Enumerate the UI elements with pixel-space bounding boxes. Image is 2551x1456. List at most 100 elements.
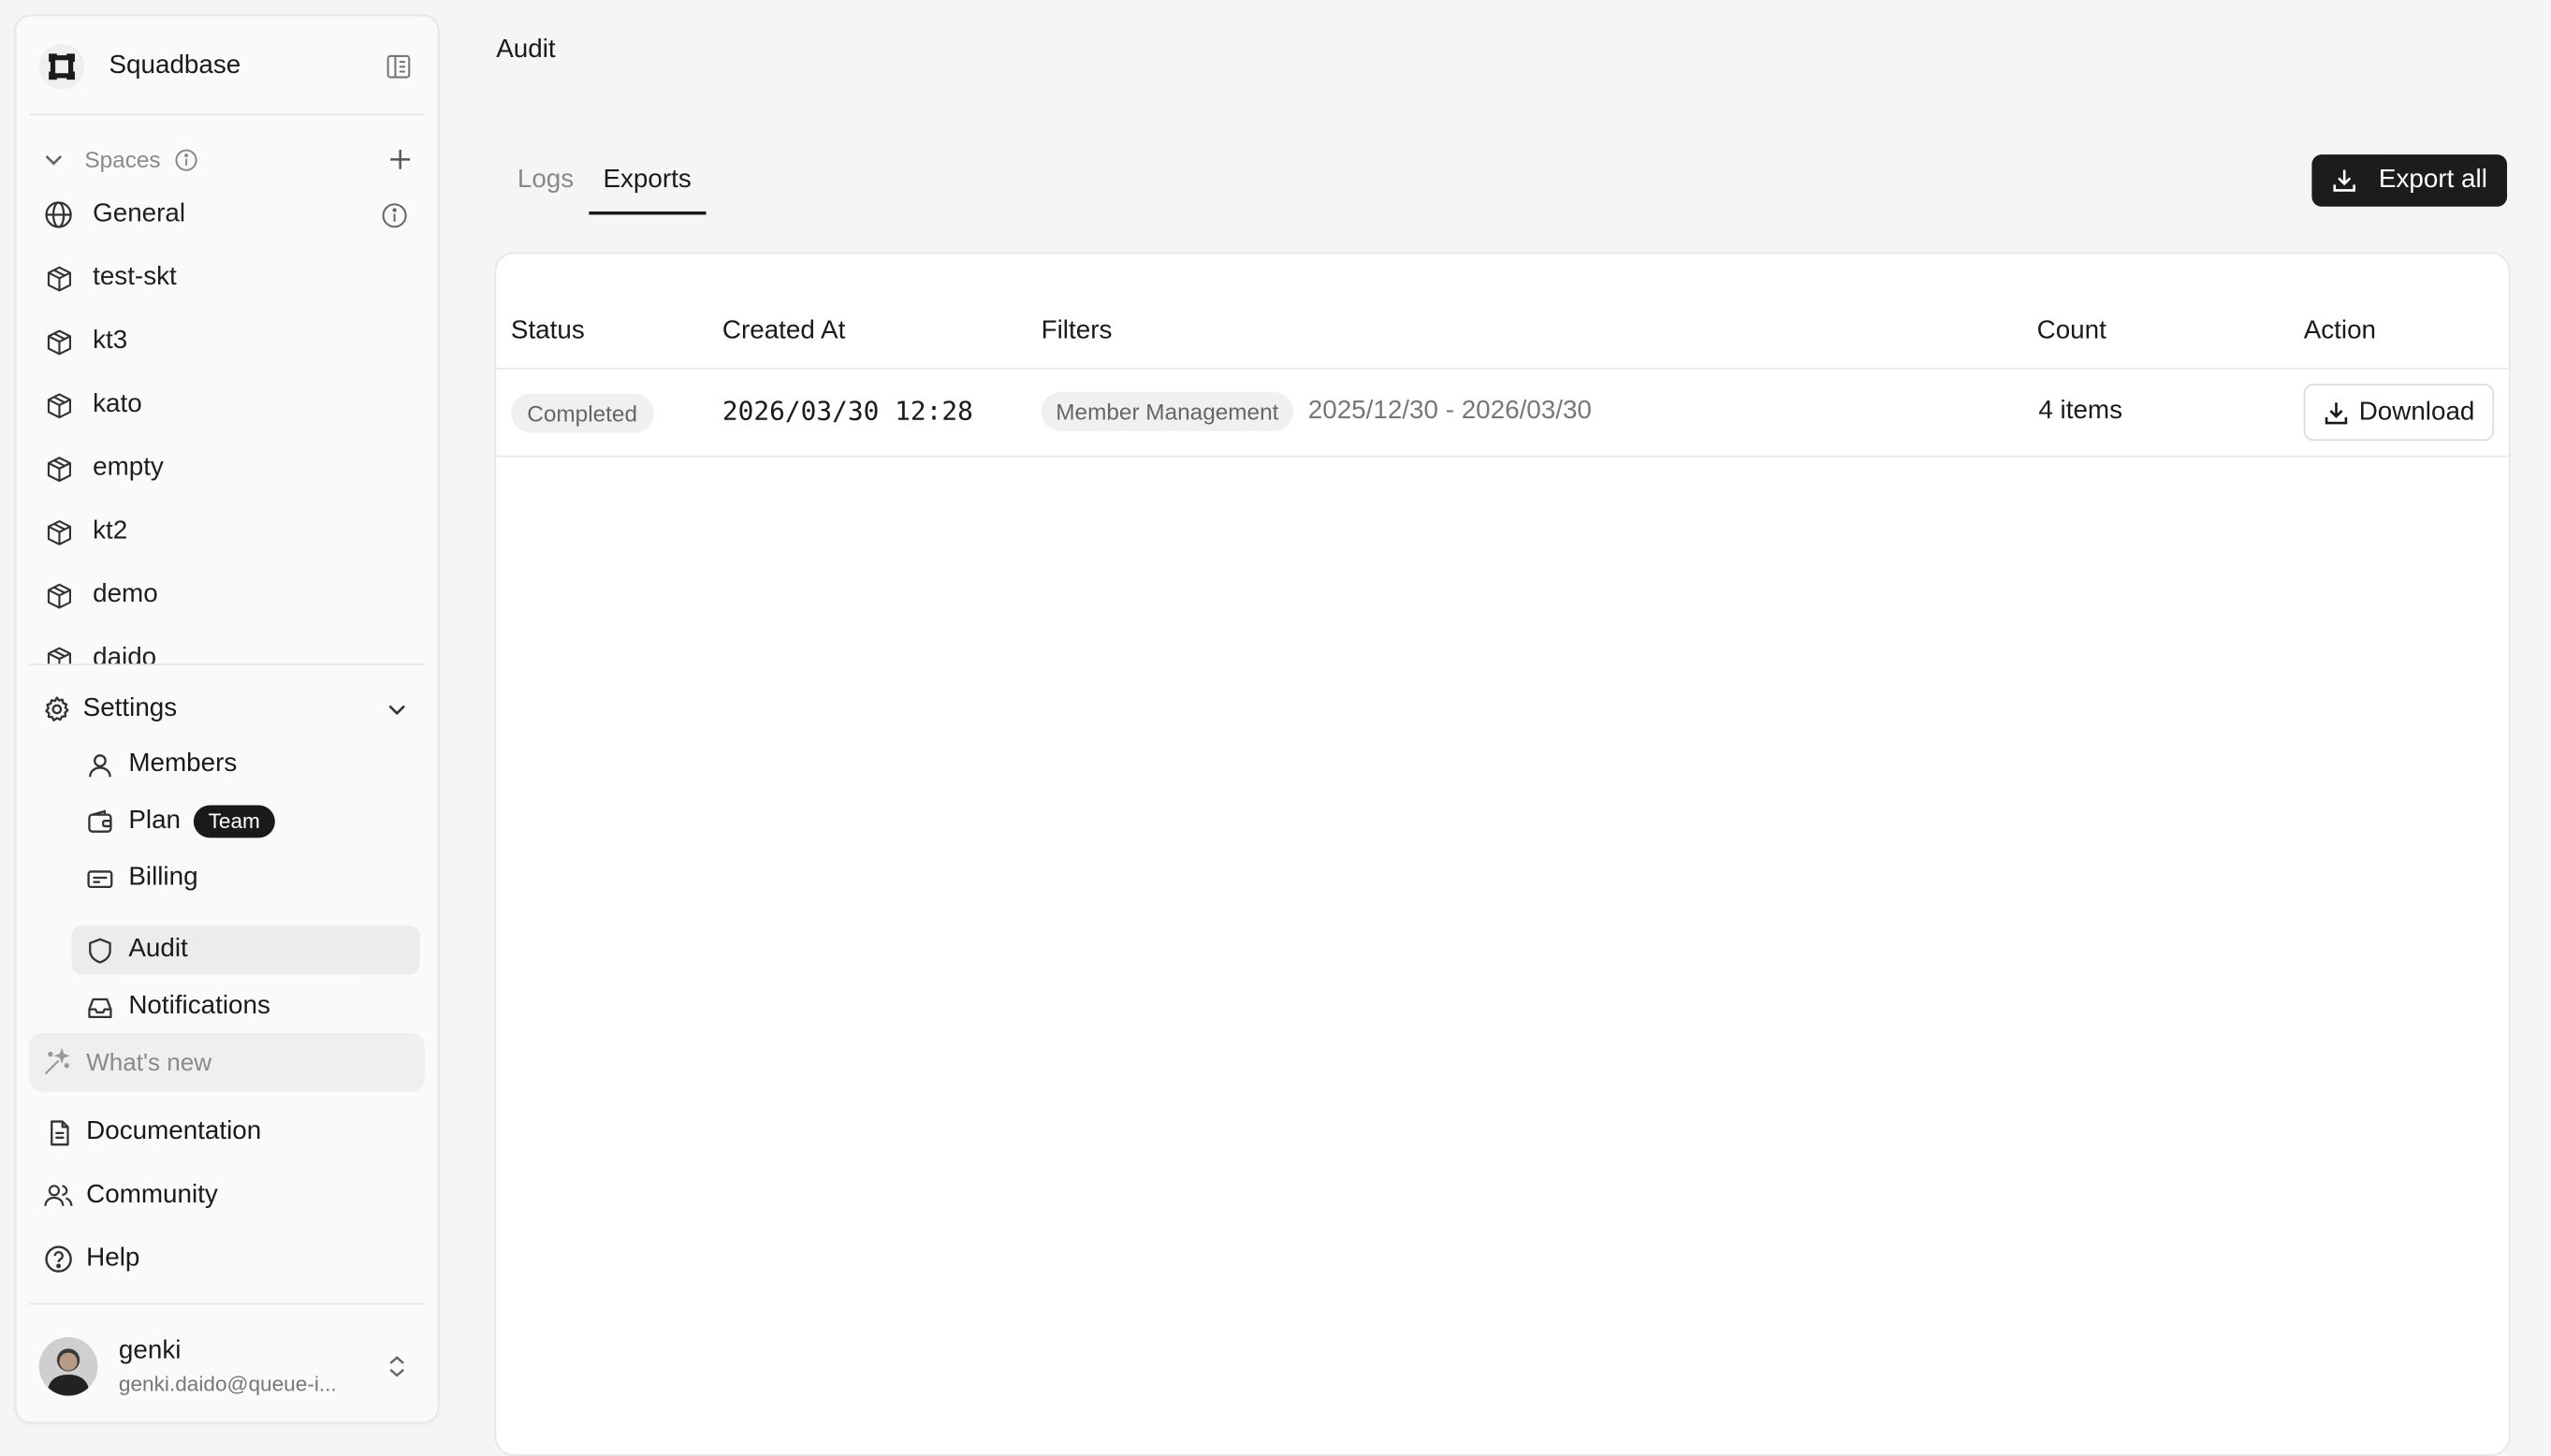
download-icon — [2323, 400, 2349, 426]
shield-icon — [84, 936, 113, 965]
user-menu[interactable]: genki genki.daido@queue-i... — [38, 1331, 415, 1402]
squadbase-logo-icon — [38, 43, 85, 90]
whats-new-button[interactable]: What's new — [29, 1032, 425, 1092]
space-label: kato — [93, 390, 142, 418]
sidebar: Squadbase Spaces General test-skt kt3 ka… — [14, 14, 440, 1424]
divider — [29, 1303, 425, 1305]
status-badge: Completed — [510, 393, 654, 433]
cube-icon — [42, 452, 75, 485]
settings-item-label: Notifications — [128, 992, 270, 1021]
cube-icon — [42, 516, 75, 548]
settings-item-billing[interactable]: Billing — [71, 854, 419, 903]
space-item-daido[interactable]: daido — [42, 634, 412, 666]
footer-item-documentation[interactable]: Documentation — [42, 1110, 412, 1156]
space-item-kato[interactable]: kato — [42, 381, 412, 430]
space-label: empty — [93, 454, 164, 482]
settings-item-label: Audit — [128, 935, 188, 964]
space-label: kt2 — [93, 517, 128, 546]
user-email: genki.daido@queue-i... — [118, 1371, 337, 1396]
column-header-count: Count — [2036, 317, 2106, 345]
created-at-value: 2026/03/30 12:28 — [722, 395, 973, 427]
filter-tag: Member Management — [1041, 391, 1294, 431]
add-space-icon[interactable] — [389, 148, 412, 170]
footer-item-help[interactable]: Help — [42, 1236, 412, 1282]
page-title: Audit — [496, 36, 556, 64]
plan-badge: Team — [193, 805, 275, 838]
settings-item-notifications[interactable]: Notifications — [71, 983, 419, 1031]
space-label: kt3 — [93, 327, 128, 355]
cube-icon — [42, 643, 75, 666]
footer-item-label: Documentation — [86, 1117, 262, 1145]
settings-item-members[interactable]: Members — [71, 740, 419, 789]
tab-exports[interactable]: Exports — [588, 156, 707, 215]
settings-header[interactable]: Settings — [42, 690, 412, 729]
count-value: 4 items — [2038, 397, 2123, 425]
chevron-up-down-icon[interactable] — [386, 1353, 408, 1379]
space-item-test-skt[interactable]: test-skt — [42, 254, 412, 302]
sidebar-collapse-icon[interactable] — [383, 51, 415, 83]
footer-item-community[interactable]: Community — [42, 1172, 412, 1218]
exports-table: Status Created At Filters Count Action C… — [494, 252, 2511, 1456]
sparkle-icon — [42, 1047, 71, 1077]
user-icon — [84, 750, 113, 779]
users-icon — [42, 1179, 75, 1212]
tab-logs[interactable]: Logs — [496, 156, 589, 215]
brand[interactable]: Squadbase — [38, 39, 415, 95]
spaces-header[interactable]: Spaces — [42, 141, 412, 177]
spaces-list: General test-skt kt3 kato empty kt2 demo… — [16, 183, 437, 666]
user-info: genki genki.daido@queue-i... — [119, 1337, 337, 1396]
export-all-button[interactable]: Export all — [2311, 154, 2508, 207]
inbox-icon — [84, 992, 113, 1021]
settings-item-audit[interactable]: Audit — [71, 925, 420, 975]
cube-icon — [42, 326, 75, 358]
wallet-icon — [84, 807, 113, 836]
help-icon — [42, 1243, 75, 1275]
globe-icon — [42, 198, 75, 231]
card-icon — [84, 864, 113, 893]
chevron-down-icon[interactable] — [386, 698, 408, 721]
table-row: Completed 2026/03/30 12:28 Member Manage… — [496, 370, 2509, 456]
footer-item-label: Help — [86, 1244, 140, 1273]
settings-item-label: Billing — [128, 864, 198, 892]
column-header-action: Action — [2303, 317, 2377, 345]
column-header-status: Status — [510, 317, 585, 345]
settings-item-label: Members — [128, 750, 238, 779]
space-label: daido — [93, 644, 157, 666]
chevron-down-icon[interactable] — [42, 148, 65, 170]
divider — [29, 113, 425, 116]
cube-icon — [42, 389, 75, 422]
user-name: genki — [118, 1337, 182, 1365]
cube-icon — [42, 262, 75, 295]
download-label: Download — [2358, 398, 2475, 426]
space-label: demo — [93, 580, 158, 609]
whats-new-label: What's new — [86, 1048, 212, 1077]
info-icon[interactable] — [174, 147, 198, 171]
column-header-created-at: Created At — [722, 317, 846, 345]
space-item-general[interactable]: General — [42, 190, 412, 239]
divider — [29, 663, 425, 666]
info-icon[interactable] — [381, 201, 409, 229]
column-header-filters: Filters — [1041, 317, 1113, 345]
document-icon — [42, 1116, 75, 1149]
spaces-label: Spaces — [84, 146, 161, 173]
space-label: General — [93, 199, 186, 228]
footer-item-label: Community — [86, 1181, 218, 1209]
space-item-kt3[interactable]: kt3 — [42, 317, 412, 366]
tab-bar: Logs Exports — [496, 156, 707, 215]
export-all-label: Export all — [2378, 166, 2487, 194]
avatar — [38, 1337, 98, 1396]
space-item-kt2[interactable]: kt2 — [42, 507, 412, 556]
filter-date-range: 2025/12/30 - 2026/03/30 — [1307, 397, 1592, 425]
gear-icon — [42, 694, 71, 723]
download-icon — [2332, 167, 2358, 194]
settings-label: Settings — [82, 694, 178, 722]
space-item-demo[interactable]: demo — [42, 571, 412, 619]
settings-item-label: Plan — [128, 807, 182, 835]
download-button[interactable]: Download — [2303, 384, 2495, 442]
cube-icon — [42, 579, 75, 612]
divider — [496, 455, 2509, 458]
settings-item-plan[interactable]: Plan Team — [71, 797, 419, 846]
app-name: Squadbase — [109, 51, 241, 80]
space-item-empty[interactable]: empty — [42, 444, 412, 493]
space-label: test-skt — [93, 263, 177, 292]
